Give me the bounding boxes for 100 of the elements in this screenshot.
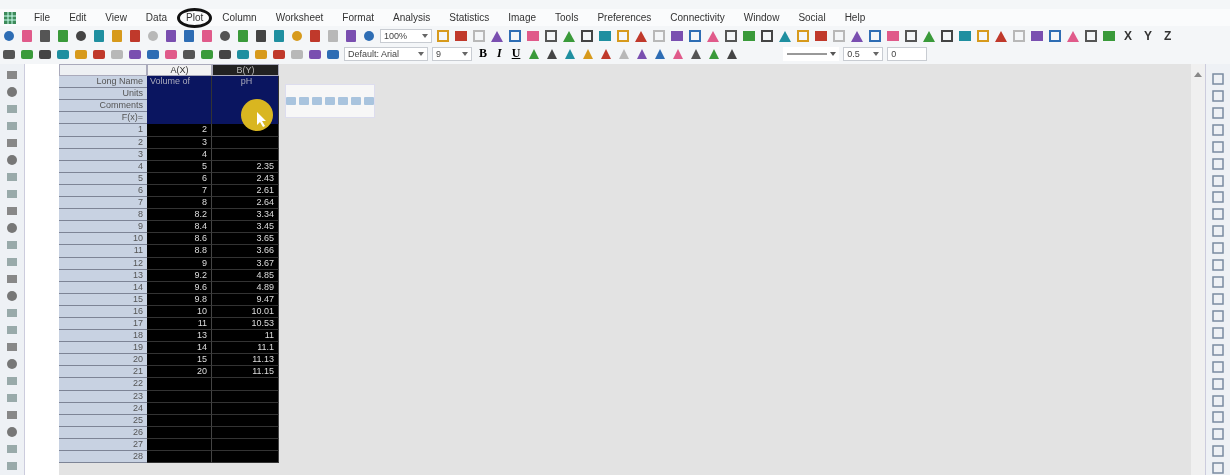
column-header[interactable]: B(Y) xyxy=(212,64,279,77)
tool-icon[interactable] xyxy=(5,119,19,133)
menu-item[interactable]: Format xyxy=(341,12,375,23)
tool-icon[interactable] xyxy=(5,408,19,422)
caret-icon[interactable] xyxy=(422,33,428,38)
tool-icon[interactable] xyxy=(5,238,19,252)
tool-icon[interactable] xyxy=(5,187,19,201)
tool-icon[interactable] xyxy=(5,374,19,388)
menu-item[interactable]: Data xyxy=(144,12,168,23)
toolbar-icon[interactable] xyxy=(814,28,828,43)
menu-item[interactable]: Tools xyxy=(554,12,580,23)
toolbar-icon[interactable] xyxy=(940,28,954,43)
tool-icon[interactable] xyxy=(5,391,19,405)
caret-icon[interactable] xyxy=(418,51,424,56)
tool-icon[interactable] xyxy=(5,272,19,286)
tool-icon[interactable] xyxy=(1211,325,1225,340)
tool-icon[interactable] xyxy=(1211,72,1225,86)
tool-icon[interactable] xyxy=(1211,224,1225,239)
tool-icon[interactable] xyxy=(1211,308,1225,323)
menu-item[interactable]: Edit xyxy=(68,12,88,23)
zoom-dropdown[interactable]: 100% xyxy=(380,28,432,43)
toolbar-icon[interactable] xyxy=(688,28,702,43)
tool-icon[interactable] xyxy=(5,306,19,320)
value-field[interactable]: 0 xyxy=(887,46,928,61)
toolbar-icon[interactable] xyxy=(508,28,522,43)
menu-item[interactable]: Preferences xyxy=(596,12,653,23)
font-dropdown[interactable]: Default: Arial xyxy=(344,46,428,61)
toolbar-icon[interactable] xyxy=(362,28,376,43)
toolbar-icon[interactable] xyxy=(2,28,16,43)
tool-icon[interactable] xyxy=(5,170,19,184)
toolbar-icon[interactable] xyxy=(670,28,684,43)
axis-button[interactable]: Y xyxy=(1140,28,1157,43)
menu-item[interactable]: Worksheet xyxy=(274,12,325,23)
menu-item[interactable]: File xyxy=(33,12,52,23)
scrollbar[interactable] xyxy=(1191,64,1205,475)
tool-icon[interactable] xyxy=(1211,258,1225,273)
tool-icon[interactable] xyxy=(5,459,19,473)
tool-icon[interactable] xyxy=(1211,122,1225,137)
menu-item[interactable]: Connectivity xyxy=(669,12,726,23)
axis-button[interactable]: Z xyxy=(1160,28,1176,43)
menu-item[interactable]: Help xyxy=(843,12,867,23)
toolbar-icon[interactable] xyxy=(544,28,558,43)
tool-icon[interactable] xyxy=(1211,139,1225,154)
tool-icon[interactable] xyxy=(5,357,19,371)
tool-icon[interactable] xyxy=(1211,156,1225,171)
toolbar-icon[interactable] xyxy=(868,28,882,43)
toolbar-icon[interactable] xyxy=(580,28,594,43)
tool-icon[interactable] xyxy=(5,153,19,167)
toolbar-icon[interactable] xyxy=(454,28,468,43)
caret-icon[interactable] xyxy=(462,51,468,56)
tool-icon[interactable] xyxy=(1211,410,1225,425)
menu-item[interactable]: Plot xyxy=(177,7,213,28)
text-style-button[interactable]: U xyxy=(508,46,524,61)
tool-icon[interactable] xyxy=(5,340,19,354)
toolbar-icon[interactable] xyxy=(1030,28,1044,43)
tool-icon[interactable] xyxy=(5,323,19,337)
toolbar-icon[interactable] xyxy=(1048,28,1062,43)
font-size-dropdown[interactable]: 9 xyxy=(432,46,472,61)
text-style-button[interactable]: B xyxy=(476,46,490,61)
menu-item[interactable]: Social xyxy=(797,12,827,23)
tool-icon[interactable] xyxy=(5,102,19,116)
toolbar-icon[interactable] xyxy=(904,28,918,43)
toolbar-icon[interactable] xyxy=(74,28,88,43)
tool-icon[interactable] xyxy=(1211,359,1225,374)
tool-icon[interactable] xyxy=(1211,461,1225,475)
menu-item[interactable]: Image xyxy=(507,12,538,23)
toolbar-icon[interactable] xyxy=(1084,28,1098,43)
tool-icon[interactable] xyxy=(1211,207,1225,222)
toolbar-icon[interactable] xyxy=(308,28,322,43)
line-width-dropdown[interactable]: 0.5 xyxy=(843,46,884,61)
toolbar-icon[interactable] xyxy=(164,28,178,43)
tool-icon[interactable] xyxy=(5,204,19,218)
menu-item[interactable]: View xyxy=(104,12,128,23)
toolbar-icon[interactable] xyxy=(344,28,358,43)
tool-icon[interactable] xyxy=(1211,444,1225,459)
tool-icon[interactable] xyxy=(1211,393,1225,408)
toolbar-icon[interactable] xyxy=(760,28,774,43)
tool-icon[interactable] xyxy=(1211,88,1225,103)
toolbar-icon[interactable] xyxy=(218,28,232,43)
tool-icon[interactable] xyxy=(5,289,19,303)
menu-item[interactable]: Analysis xyxy=(392,12,432,23)
tool-icon[interactable] xyxy=(5,221,19,235)
tool-icon[interactable] xyxy=(5,68,19,82)
tool-icon[interactable] xyxy=(1211,275,1225,289)
tool-icon[interactable] xyxy=(1211,427,1225,442)
text-style-button[interactable]: I xyxy=(494,46,505,61)
tool-icon[interactable] xyxy=(1211,292,1225,306)
column-header[interactable]: A(X) xyxy=(147,64,212,77)
tool-icon[interactable] xyxy=(5,442,19,456)
tool-icon[interactable] xyxy=(1211,342,1225,357)
tool-icon[interactable] xyxy=(5,255,19,269)
axis-button[interactable]: X xyxy=(1120,28,1136,43)
menu-item[interactable]: Column xyxy=(221,12,258,23)
tool-icon[interactable] xyxy=(1211,105,1225,120)
tool-icon[interactable] xyxy=(1211,173,1225,188)
tool-icon[interactable] xyxy=(5,85,19,99)
tool-icon[interactable] xyxy=(5,425,19,439)
tool-icon[interactable] xyxy=(1211,376,1225,391)
menu-item[interactable]: Window xyxy=(742,12,781,23)
tool-icon[interactable] xyxy=(1211,241,1225,256)
